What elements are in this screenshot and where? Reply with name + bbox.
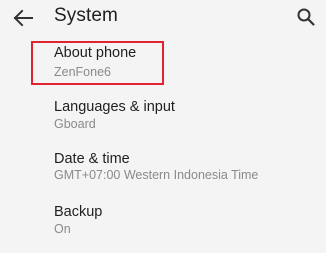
setting-label: Backup xyxy=(54,204,103,220)
setting-item-languages-input[interactable]: Languages & input Gboard xyxy=(0,94,326,142)
app-bar: System xyxy=(0,0,326,36)
back-button[interactable] xyxy=(12,8,34,28)
setting-label: Languages & input xyxy=(54,99,175,115)
page-title: System xyxy=(54,5,118,26)
setting-item-backup[interactable]: Backup On xyxy=(0,200,326,248)
setting-value: GMT+07:00 Western Indonesia Time xyxy=(54,168,259,182)
setting-value: On xyxy=(54,222,71,236)
search-icon xyxy=(297,8,315,26)
highlight-box xyxy=(31,41,164,85)
search-button[interactable] xyxy=(296,7,316,27)
arrow-left-icon xyxy=(13,9,33,27)
setting-value: Gboard xyxy=(54,117,96,131)
setting-label: Date & time xyxy=(54,151,130,167)
setting-item-date-time[interactable]: Date & time GMT+07:00 Western Indonesia … xyxy=(0,146,326,194)
